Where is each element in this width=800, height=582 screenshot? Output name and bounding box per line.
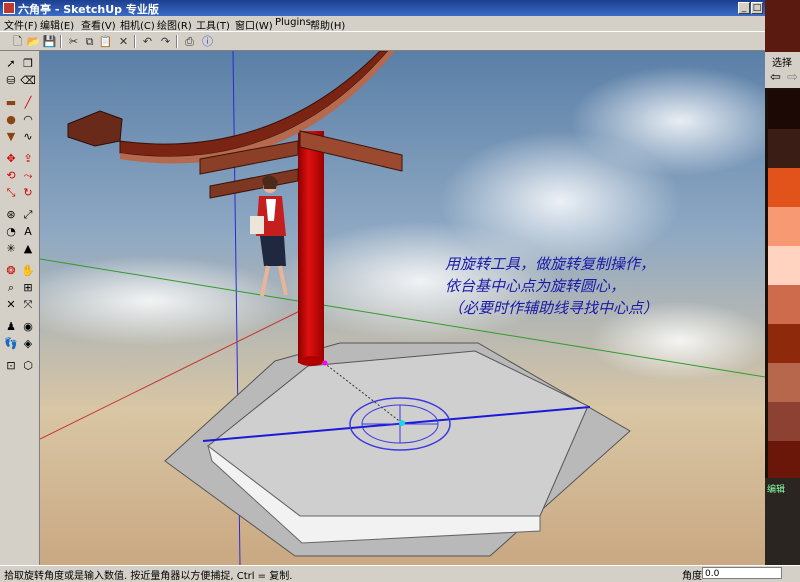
model-viewport[interactable]: 用旋转工具，做旋转复制操作， 依台基中心点为旋转圆心， （必要时作辅助线寻找中心… [40,51,765,565]
edit-section-label[interactable]: 编辑 [767,482,785,495]
toolbar-separator [176,35,178,48]
paint-bucket-icon[interactable]: ⛁ [3,73,19,89]
menu-draw[interactable]: 绘图(R) [157,17,192,32]
cut-icon[interactable]: ✂ [66,34,81,49]
menu-bar: 文件(F) 编辑(E) 查看(V) 相机(C) 绘图(R) 工具(T) 窗口(W… [0,16,765,32]
sandbox-icon[interactable]: ⊡ [3,358,19,374]
redo-icon[interactable]: ↷ [158,34,173,49]
3d-text-icon[interactable]: ▲ [20,241,36,257]
info-icon[interactable]: ⓘ [200,34,215,49]
material-swatch[interactable] [768,324,800,363]
new-icon[interactable]: 🗋 [10,34,25,49]
freehand-icon[interactable]: ∿ [20,129,36,145]
eraser-icon[interactable]: ⌫ [20,73,36,89]
rotate-icon[interactable]: ⟲ [3,168,19,184]
dimension-icon[interactable]: ⤢ [20,207,36,223]
walk-icon[interactable]: 👣 [3,336,19,352]
status-bar: 拾取旋转角度或是输入数值. 按近量角器以方便捕捉, Ctrl = 复制. 角度 … [0,565,800,582]
print-icon[interactable]: ⎙ [182,34,197,49]
select-icon[interactable]: ➚ [3,56,19,72]
materials-tab-bar: 选择 [765,52,800,69]
copy-icon[interactable]: ⧉ [82,34,97,49]
line-icon[interactable]: ╱ [20,95,36,111]
erase-icon[interactable]: ✕ [116,34,131,49]
minimize-icon[interactable]: _ [738,2,750,14]
back-arrow-icon[interactable]: ⇦ [770,70,781,85]
material-swatch[interactable] [768,402,800,441]
scene-canvas[interactable]: 用旋转工具，做旋转复制操作， 依台基中心点为旋转圆心， （必要时作辅助线寻找中心… [40,51,765,565]
tab-select[interactable]: 选择 [772,54,792,69]
title-bar: 六角亭 - SketchUp 专业版 [0,0,765,16]
menu-tools[interactable]: 工具(T) [196,17,230,32]
material-swatch[interactable] [768,363,800,402]
menu-plugins[interactable]: Plugins [275,17,311,28]
materials-edit-section: 编辑 [765,478,800,565]
photo-match-icon[interactable]: ⬡ [20,358,36,374]
materials-nav: ⇦ ⇨ [765,68,800,88]
material-swatch[interactable] [768,246,800,285]
material-swatch[interactable] [768,90,800,129]
open-icon[interactable]: 📂 [26,34,41,49]
position-camera-icon[interactable]: ♟ [3,319,19,335]
window-title: 六角亭 - SketchUp 专业版 [18,3,159,16]
rectangle-icon[interactable]: ▬ [3,95,19,111]
maximize-icon[interactable]: □ [751,2,763,14]
material-swatch[interactable] [768,207,800,246]
measurement-input[interactable]: 0.0 [702,567,782,579]
material-preview [765,0,800,52]
forward-arrow-icon[interactable]: ⇨ [787,70,798,85]
look-around-icon[interactable]: ◉ [20,319,36,335]
app-icon [3,2,15,14]
zoom-extents-icon[interactable]: ⤧ [20,297,36,313]
material-swatch[interactable] [768,441,800,478]
paste-icon[interactable]: 📋 [98,34,113,49]
tape-measure-icon[interactable]: ⊛ [3,207,19,223]
toolbar-separator [60,35,62,48]
tool-palette: ➚ ❐ ⛁ ⌫ ▬ ╱ ● ◠ ▼ ∿ ✥ ⇪ ⟲ ⤳ ⤡ ↻ ⊛ ⤢ ◔ A … [0,51,40,565]
materials-panel: 选择 ⇦ ⇨ 编辑 [765,0,800,565]
previous-view-icon[interactable]: ✕ [3,297,19,313]
annotation-line-1: 用旋转工具，做旋转复制操作， [445,255,655,273]
material-swatch[interactable] [768,168,800,207]
red-pillar [298,131,324,363]
menu-edit[interactable]: 编辑(E) [40,17,74,32]
push-pull-icon[interactable]: ⇪ [20,151,36,167]
menu-window[interactable]: 窗口(W) [235,17,273,32]
annotation-line-2: 依台基中心点为旋转圆心， [445,277,625,295]
menu-help[interactable]: 帮助(H) [310,17,345,32]
make-component-icon[interactable]: ❐ [20,56,36,72]
toolbar-separator [134,35,136,48]
pillar-base [298,356,324,366]
menu-file[interactable]: 文件(F) [4,17,38,32]
section-plane-icon[interactable]: ◈ [20,336,36,352]
save-icon[interactable]: 💾 [42,34,57,49]
protractor-icon[interactable]: ◔ [3,224,19,240]
pillar-center-point [322,360,328,366]
annotation-line-3: （必要时作辅助线寻找中心点） [448,299,658,317]
undo-icon[interactable]: ↶ [140,34,155,49]
scale-icon[interactable]: ⤡ [3,185,19,201]
material-swatch[interactable] [768,129,800,168]
arc-icon[interactable]: ◠ [20,112,36,128]
follow-me-icon[interactable]: ⤳ [20,168,36,184]
polygon-icon[interactable]: ▼ [3,129,19,145]
offset-icon[interactable]: ↻ [20,185,36,201]
standard-toolbar: 🗋 📂 💾 ✂ ⧉ 📋 ✕ ↶ ↷ ⎙ ⓘ [0,31,765,51]
text-icon[interactable]: A [20,224,36,240]
orbit-icon[interactable]: ❂ [3,263,19,279]
zoom-window-icon[interactable]: ⊞ [20,280,36,296]
circle-icon[interactable]: ● [3,112,19,128]
menu-view[interactable]: 查看(V) [81,17,116,32]
menu-camera[interactable]: 相机(C) [120,17,155,32]
move-icon[interactable]: ✥ [3,151,19,167]
window-controls: _ □ [738,0,765,16]
protractor-tool [349,397,451,451]
axes-icon[interactable]: ✳ [3,241,19,257]
pan-icon[interactable]: ✋ [20,263,36,279]
material-swatch[interactable] [768,285,800,324]
zoom-icon[interactable]: ⌕ [3,280,19,296]
